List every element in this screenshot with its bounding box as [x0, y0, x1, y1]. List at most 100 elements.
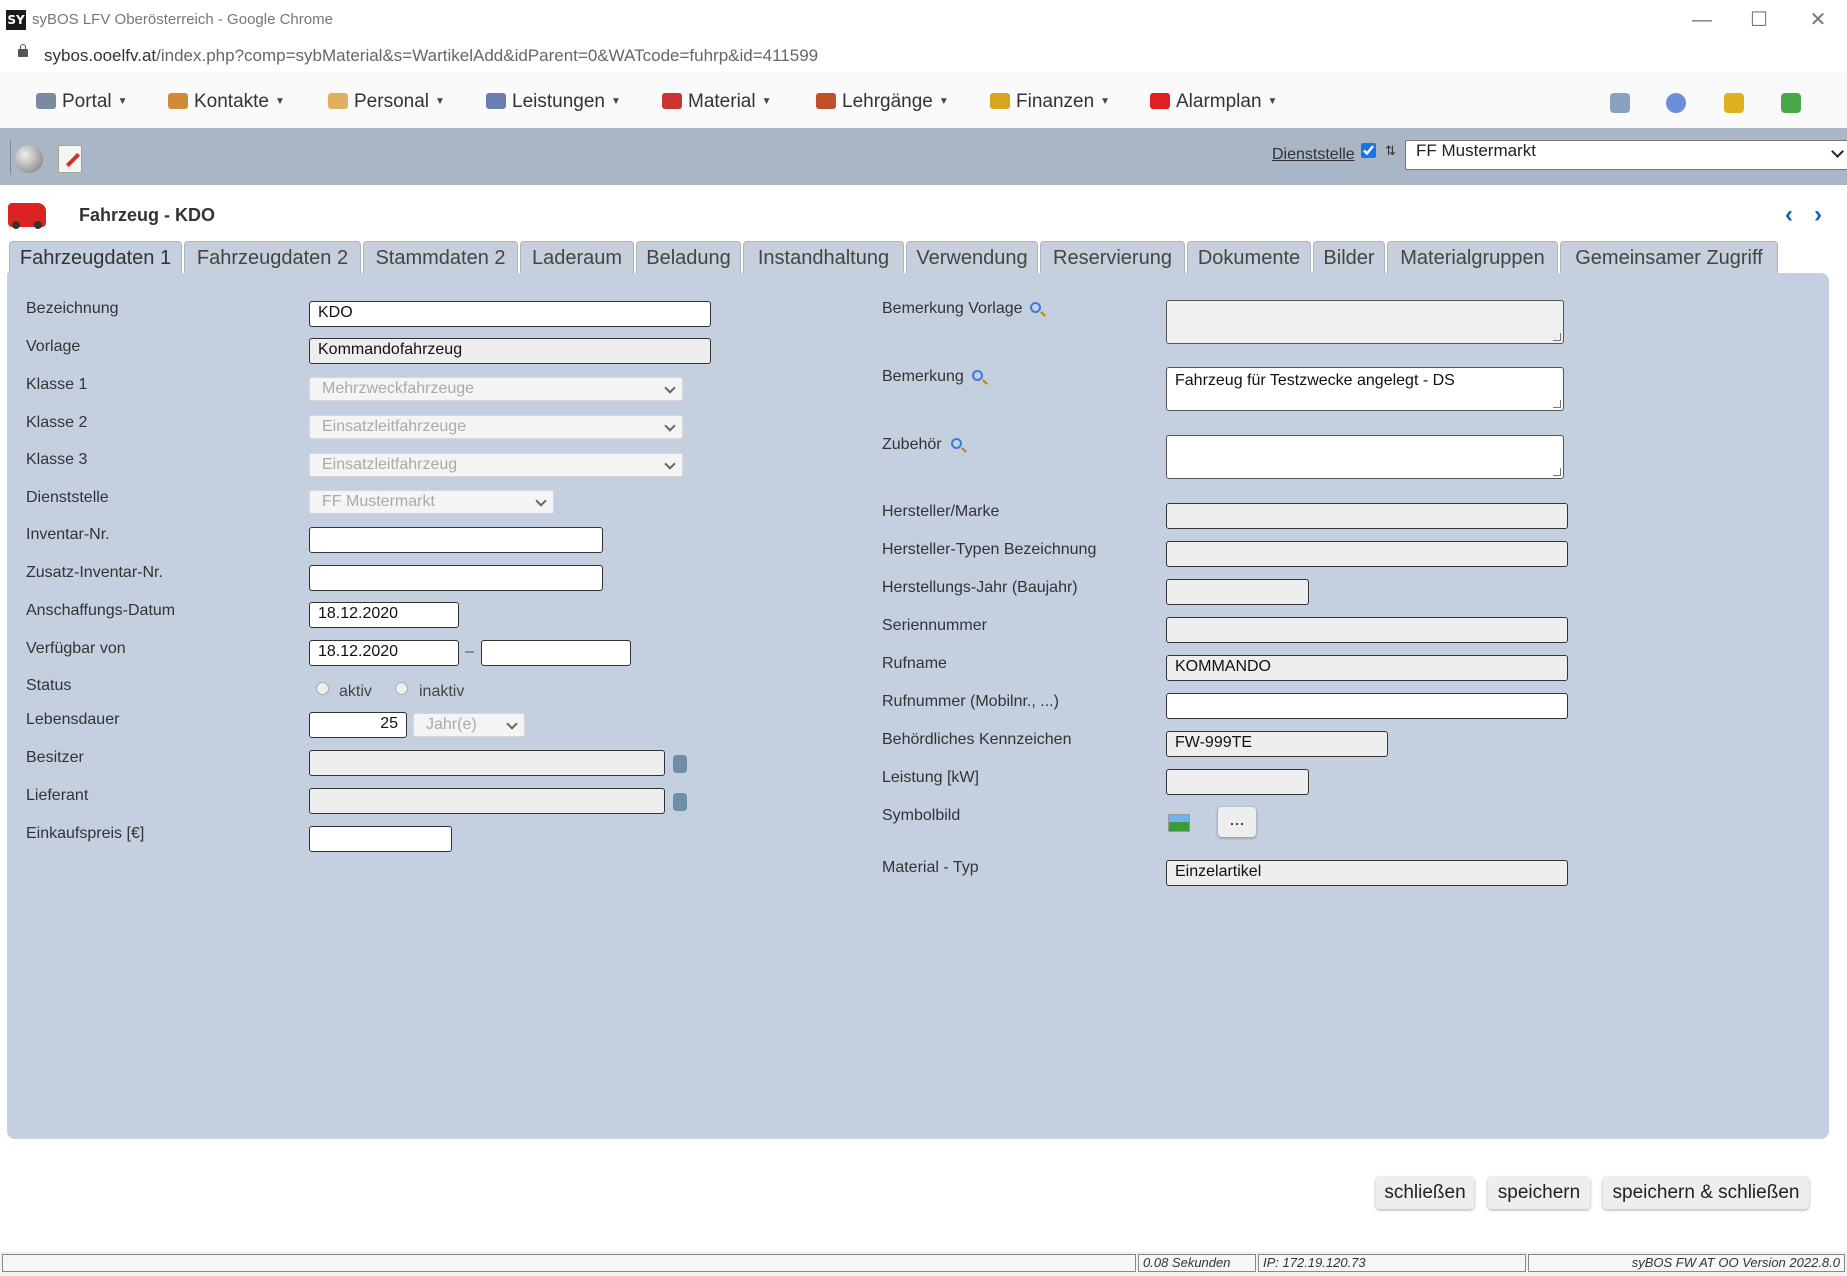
klasse3-label: Klasse 3	[26, 451, 88, 468]
menu-finanzen[interactable]: Finanzen ▼	[990, 91, 1110, 113]
dienststelle-select[interactable]: FF Mustermarkt	[1405, 140, 1847, 170]
save-button[interactable]: speichern	[1488, 1177, 1590, 1209]
klasse2-label: Klasse 2	[26, 414, 88, 431]
close-button[interactable]: schließen	[1376, 1177, 1474, 1209]
tab-dokumente[interactable]: Dokumente	[1187, 241, 1311, 273]
rufnummer-input[interactable]	[1166, 693, 1568, 719]
minimize-button[interactable]: —	[1682, 6, 1722, 34]
logout-icon[interactable]	[1781, 93, 1801, 113]
tab-fahrzeugdaten-2[interactable]: Fahrzeugdaten 2	[184, 241, 361, 273]
zusatz-inventar-label: Zusatz-Inventar-Nr.	[26, 564, 163, 581]
bemerkung-vorlage-textarea[interactable]	[1166, 300, 1564, 344]
contacts-icon	[168, 93, 188, 109]
tab-laderaum[interactable]: Laderaum	[520, 241, 634, 273]
chevron-down-icon	[664, 420, 676, 432]
klasse2-select[interactable]: Einsatzleitfahrzeuge	[309, 415, 683, 439]
database-icon[interactable]	[673, 755, 687, 773]
material-typ-input[interactable]: Einzelartikel	[1166, 860, 1568, 886]
image-icon[interactable]	[1168, 814, 1190, 832]
seriennummer-input[interactable]	[1166, 617, 1568, 643]
edit-note-icon[interactable]	[58, 145, 82, 173]
material-typ-label: Material - Typ	[882, 859, 979, 876]
menu-portal[interactable]: Portal ▼	[36, 91, 128, 113]
dienststelle-checkbox[interactable]	[1361, 143, 1376, 158]
save-and-close-button[interactable]: speichern & schließen	[1603, 1177, 1809, 1209]
zusatz-inventar-input[interactable]	[309, 565, 603, 591]
tab-verwendung[interactable]: Verwendung	[906, 241, 1038, 273]
course-icon	[816, 93, 836, 109]
lebensdauer-label: Lebensdauer	[26, 711, 120, 728]
klasse1-label: Klasse 1	[26, 376, 88, 393]
lock-icon[interactable]	[18, 44, 28, 57]
inventar-input[interactable]	[309, 527, 603, 553]
baujahr-input[interactable]	[1166, 579, 1309, 605]
bezeichnung-input[interactable]: KDO	[309, 301, 711, 327]
maximize-button[interactable]: ☐	[1739, 6, 1779, 34]
tab-beladung[interactable]: Beladung	[636, 241, 741, 273]
tab-reservierung[interactable]: Reservierung	[1040, 241, 1185, 273]
bemerkung-textarea[interactable]: Fahrzeug für Testzwecke angelegt - DS	[1166, 367, 1564, 411]
status-aktiv-radio[interactable]	[316, 682, 329, 695]
status-ball-icon[interactable]	[15, 145, 43, 173]
status-label: Status	[26, 677, 72, 694]
sort-icon[interactable]: ⇅	[1385, 143, 1396, 159]
lebensdauer-input[interactable]: 25	[309, 712, 407, 738]
menu-personal[interactable]: Personal ▼	[328, 91, 445, 113]
menu-lehrgaenge[interactable]: Lehrgänge ▼	[816, 91, 949, 113]
zubehoer-textarea[interactable]	[1166, 435, 1564, 479]
rufname-input[interactable]: KOMMANDO	[1166, 655, 1568, 681]
hersteller-input[interactable]	[1166, 503, 1568, 529]
page-header	[0, 185, 1847, 237]
klasse1-select[interactable]: Mehrzweckfahrzeuge	[309, 377, 683, 401]
url-text[interactable]: sybos.ooelfv.at/index.php?comp=sybMateri…	[44, 46, 818, 66]
window-title: syBOS LFV Oberösterreich - Google Chrome	[32, 11, 333, 28]
search-persons-icon[interactable]	[1610, 93, 1630, 113]
tab-bilder[interactable]: Bilder	[1313, 241, 1385, 273]
prev-record-button[interactable]: ‹	[1785, 201, 1793, 229]
tab-fahrzeugdaten-1[interactable]: Fahrzeugdaten 1	[9, 241, 182, 275]
menu-kontakte[interactable]: Kontakte ▼	[168, 91, 285, 113]
search-icon[interactable]	[951, 438, 962, 449]
money-icon	[990, 93, 1010, 109]
einkaufspreis-input[interactable]	[309, 826, 452, 852]
verfuegbar-label: Verfügbar von	[26, 640, 126, 657]
notes-icon[interactable]	[1724, 93, 1744, 113]
vorlage-input[interactable]: Kommandofahrzeug	[309, 338, 711, 364]
lieferant-input[interactable]	[309, 788, 665, 814]
verfuegbar-from-input[interactable]: 18.12.2020	[309, 640, 459, 666]
tab-materialgruppen[interactable]: Materialgruppen	[1387, 241, 1558, 273]
menu-leistungen[interactable]: Leistungen ▼	[486, 91, 621, 113]
dienststelle-form-select[interactable]: FF Mustermarkt	[309, 490, 554, 514]
search-icon[interactable]	[972, 370, 983, 381]
lebensdauer-unit-select[interactable]: Jahr(e)	[413, 713, 525, 737]
tab-stammdaten-2[interactable]: Stammdaten 2	[363, 241, 518, 273]
next-record-button[interactable]: ›	[1814, 201, 1822, 229]
anschaffung-date-input[interactable]: 18.12.2020	[309, 602, 459, 628]
besitzer-label: Besitzer	[26, 749, 84, 766]
choose-image-button[interactable]: ...	[1218, 807, 1256, 837]
bemerkung-vorlage-label: Bemerkung Vorlage	[882, 300, 1023, 317]
leistung-label: Leistung [kW]	[882, 769, 979, 786]
dienststelle-link[interactable]: Dienststelle	[1272, 146, 1355, 164]
menu-material[interactable]: Material ▼	[662, 91, 771, 113]
toolbar-divider	[10, 140, 11, 174]
tab-instandhaltung[interactable]: Instandhaltung	[743, 241, 904, 273]
tab-gemeinsamer-zugriff[interactable]: Gemeinsamer Zugriff	[1560, 241, 1778, 273]
status-inaktiv-radio[interactable]	[395, 682, 408, 695]
inventar-label: Inventar-Nr.	[26, 526, 110, 543]
besitzer-input[interactable]	[309, 750, 665, 776]
chevron-down-icon	[535, 495, 547, 507]
leistung-input[interactable]	[1166, 769, 1309, 795]
klasse3-select[interactable]: Einsatzleitfahrzeug	[309, 453, 683, 477]
kennzeichen-label: Behördliches Kennzeichen	[882, 731, 1072, 748]
database-icon[interactable]	[673, 793, 687, 811]
chevron-down-icon	[664, 458, 676, 470]
kennzeichen-input[interactable]: FW-999TE	[1166, 731, 1388, 757]
menu-alarmplan[interactable]: Alarmplan ▼	[1150, 91, 1277, 113]
status-inaktiv-label: inaktiv	[419, 683, 465, 700]
close-window-button[interactable]: ✕	[1798, 6, 1838, 34]
hersteller-typ-input[interactable]	[1166, 541, 1568, 567]
info-icon[interactable]	[1666, 93, 1686, 113]
search-icon[interactable]	[1030, 302, 1041, 313]
verfuegbar-to-input[interactable]	[481, 640, 631, 666]
